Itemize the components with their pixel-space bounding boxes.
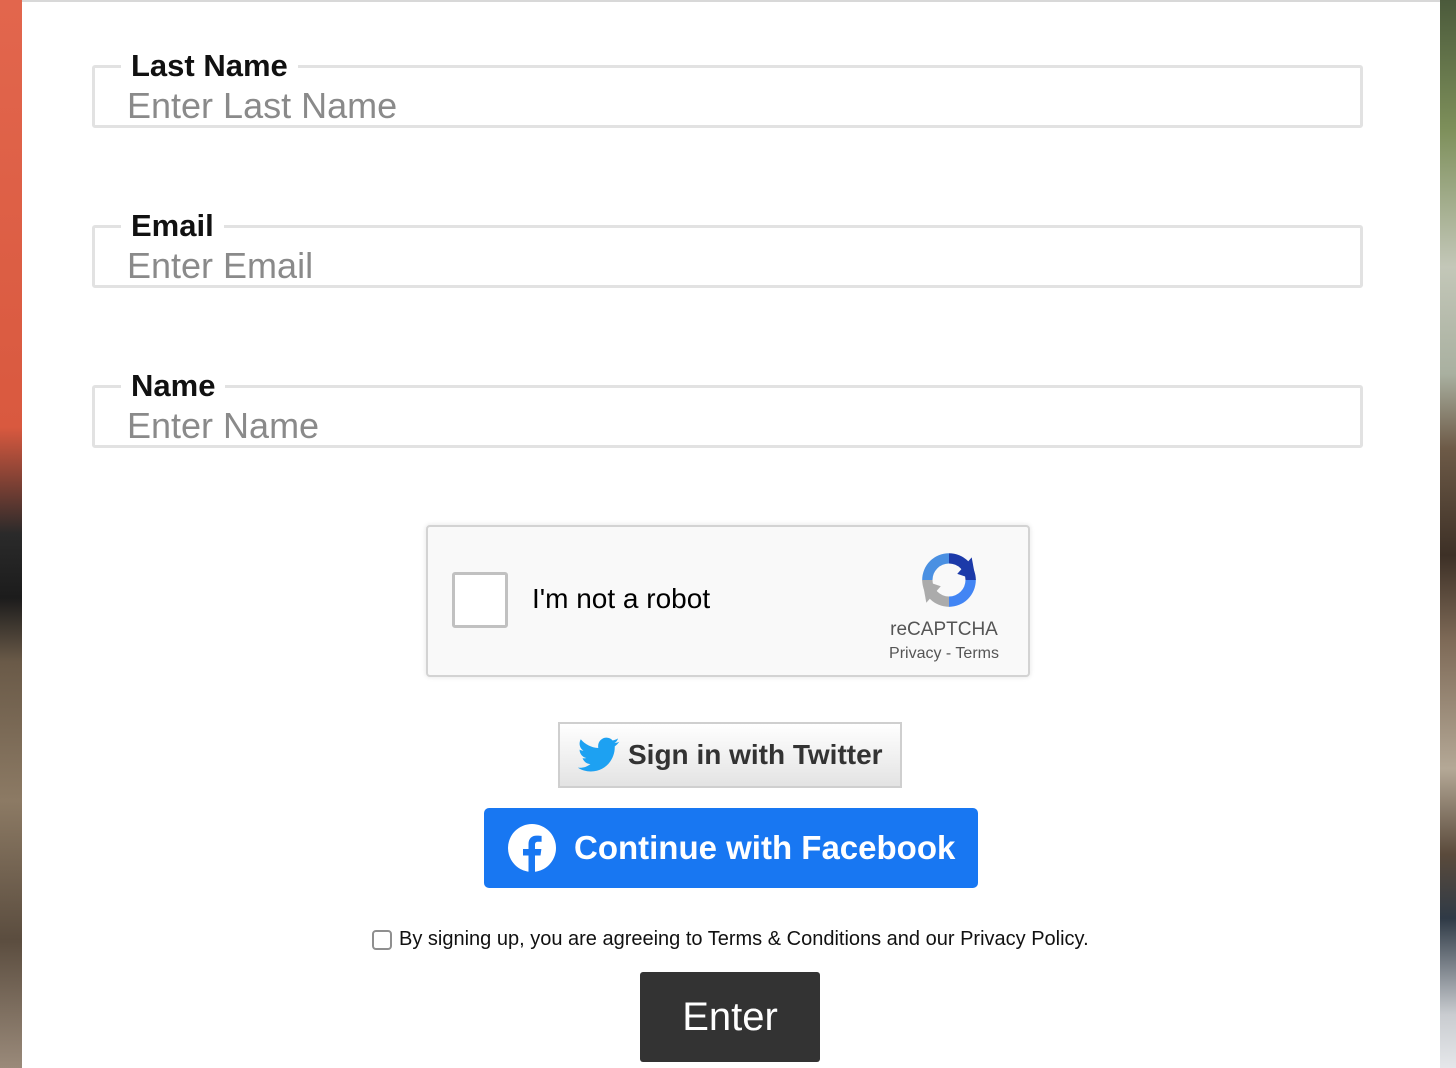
email-input[interactable] [127,245,1328,287]
name-label: Name [131,368,216,403]
terms-checkbox[interactable] [372,929,392,950]
facebook-continue-button[interactable]: Continue with Facebook [484,808,978,888]
last-name-fieldset: Last Name [92,48,1363,128]
facebook-continue-label: Continue with Facebook [574,829,956,866]
background-photo-right [1440,0,1456,1068]
signup-form-panel: Last Name Email Name I'm not a robot reC… [22,0,1440,1068]
recaptcha-widget: I'm not a robot reCAPTCHA Privacy - Term… [426,525,1030,677]
recaptcha-brand: reCAPTCHA [890,619,998,640]
email-fieldset: Email [92,208,1363,288]
email-label: Email [131,208,214,243]
terms-text: By signing up, you are agreeing to Terms… [399,928,1089,950]
enter-button[interactable]: Enter [640,972,820,1062]
facebook-logo-icon [508,824,556,872]
twitter-signin-button[interactable]: Sign in with Twitter [558,722,902,788]
last-name-label: Last Name [131,48,288,83]
background-photo-left [0,0,22,1068]
twitter-bird-icon [578,737,620,772]
recaptcha-label: I'm not a robot [532,583,711,614]
recaptcha-logo-icon [922,553,976,607]
recaptcha-checkbox[interactable] [452,572,508,628]
terms-agreement: By signing up, you are agreeing to Terms… [372,928,1089,951]
last-name-input[interactable] [127,85,1328,127]
name-input[interactable] [127,405,1328,447]
recaptcha-privacy-terms-links[interactable]: Privacy - Terms [884,645,1004,663]
twitter-signin-label: Sign in with Twitter [628,739,883,770]
name-fieldset: Name [92,368,1363,448]
